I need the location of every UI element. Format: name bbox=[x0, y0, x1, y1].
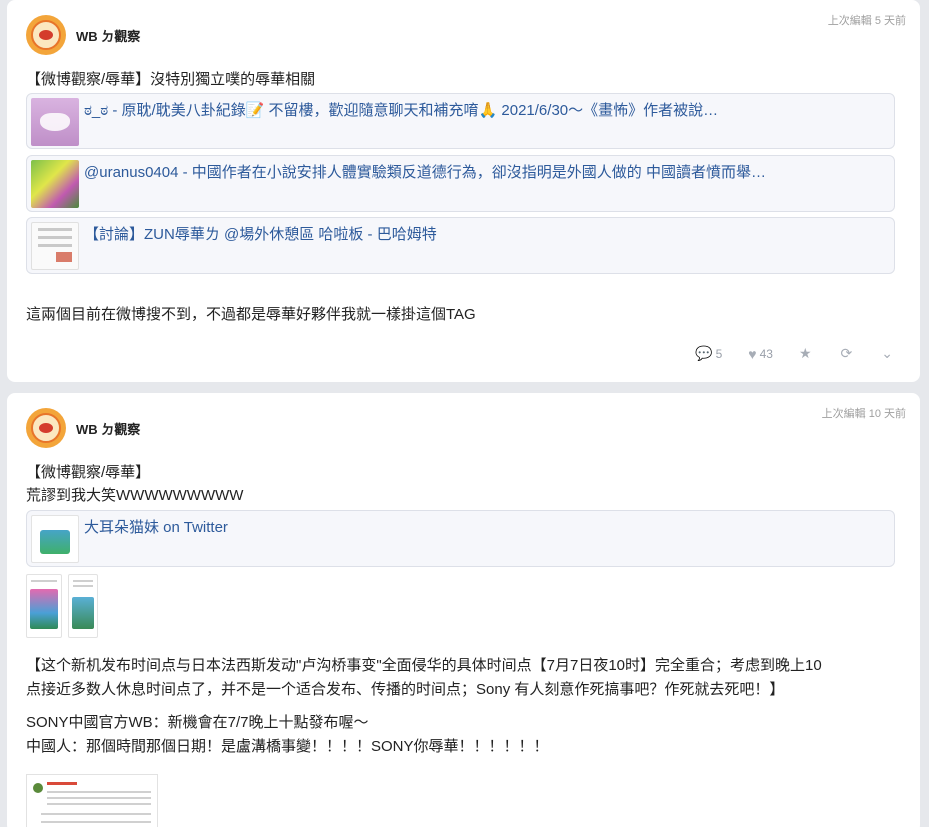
post-body: 中國人：那個時間那個日期！是盧溝橋事變！！！！SONY你辱華！！！！！！ bbox=[26, 738, 549, 755]
replurk-button[interactable]: ⟳ bbox=[841, 345, 856, 362]
link-title[interactable]: ಠ_ಠ - 原耽/耽美八卦紀錄📝 不留樓，歡迎隨意聊天和補充唷🙏 2021/6/… bbox=[84, 101, 718, 121]
avatar[interactable] bbox=[26, 15, 66, 55]
edited-timestamp: 上次編輯 10 天前 bbox=[821, 408, 906, 420]
author[interactable]: WB ㄉ觀察 bbox=[26, 408, 140, 448]
image-thumbnail[interactable] bbox=[26, 574, 62, 638]
link-title[interactable]: 大耳朵猫妹 on Twitter bbox=[84, 518, 228, 538]
link-title[interactable]: 【討論】ZUN辱華ㄌ @場外休憩區 哈啦板 - 巴哈姆特 bbox=[84, 225, 437, 245]
link-preview[interactable]: 大耳朵猫妹 on Twitter bbox=[26, 510, 895, 567]
comment-button[interactable]: 💬 5 bbox=[695, 345, 722, 362]
star-icon: ★ bbox=[798, 345, 812, 361]
replurk-icon: ⟳ bbox=[840, 345, 853, 361]
link-preview[interactable]: @uranus0404 - 中國作者在小說安排人體實驗類反道德行為，卻沒指明是外… bbox=[26, 155, 895, 212]
quote-line: 点接近多数人休息时间点了，并不是一个适合发布、传播的时间点；Sony 有人刻意作… bbox=[26, 681, 785, 698]
document-icon bbox=[31, 222, 79, 270]
quote-line: 【这个新机发布时间点与日本法西斯发动"卢沟桥事变"全面侵华的具体时间点【7月7日… bbox=[26, 657, 822, 674]
author-name[interactable]: WB ㄉ觀察 bbox=[76, 419, 140, 438]
post-line: 荒謬到我大笑WWWWWWWWW bbox=[26, 487, 244, 504]
comment-count: 5 bbox=[715, 346, 723, 361]
bookmark-button[interactable]: ★ bbox=[799, 345, 815, 362]
link-title[interactable]: @uranus0404 - 中國作者在小說安排人體實驗類反道德行為，卻沒指明是外… bbox=[84, 163, 766, 183]
post-card: 上次編輯 5 天前 WB ㄉ觀察 【微博觀察/辱華】沒特別獨立噗的辱華相關 ಠ_… bbox=[7, 0, 920, 382]
avatar[interactable] bbox=[26, 408, 66, 448]
post-heading: 【微博觀察/辱華】沒特別獨立噗的辱華相關 bbox=[26, 71, 316, 88]
edited-timestamp: 上次編輯 5 天前 bbox=[827, 15, 906, 27]
post-card: 上次編輯 10 天前 WB ㄉ觀察 【微博觀察/辱華】 荒謬到我大笑WWWWWW… bbox=[7, 393, 920, 827]
post-heading: 【微博觀察/辱華】 bbox=[26, 464, 151, 481]
comment-icon: 💬 bbox=[695, 345, 713, 361]
post-body: SONY中國官方WB：新機會在7/7晚上十點發布喔～ bbox=[26, 714, 369, 731]
image-thumbnail[interactable] bbox=[26, 774, 158, 827]
image-thumbnail[interactable] bbox=[68, 574, 98, 638]
post-body: 這兩個目前在微博搜不到，不過都是辱華好夥伴我就一樣掛這個TAG bbox=[26, 306, 476, 323]
illustration-icon bbox=[31, 160, 79, 208]
author-name[interactable]: WB ㄉ觀察 bbox=[76, 26, 140, 45]
like-button[interactable]: ♥ 43 bbox=[748, 346, 773, 362]
author[interactable]: WB ㄉ觀察 bbox=[26, 15, 140, 55]
more-button[interactable]: ⌄ bbox=[881, 345, 896, 362]
action-bar: 💬 5 ♥ 43 ★ ⟳ ⌄ bbox=[669, 345, 896, 362]
like-count: 43 bbox=[759, 346, 773, 361]
heart-icon: ♥ bbox=[748, 345, 757, 362]
link-preview[interactable]: 【討論】ZUN辱華ㄌ @場外休憩區 哈啦板 - 巴哈姆特 bbox=[26, 217, 895, 274]
phone-screenshot-icon bbox=[31, 515, 79, 563]
mask-icon bbox=[31, 98, 79, 146]
link-preview[interactable]: ಠ_ಠ - 原耽/耽美八卦紀錄📝 不留樓，歡迎隨意聊天和補充唷🙏 2021/6/… bbox=[26, 93, 895, 149]
chevron-down-icon: ⌄ bbox=[881, 345, 893, 361]
